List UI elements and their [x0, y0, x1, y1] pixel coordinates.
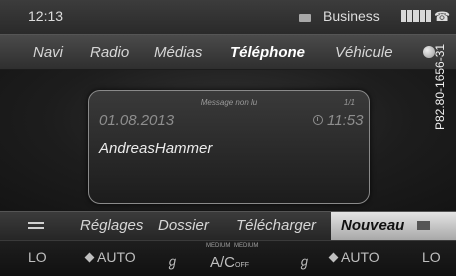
envelope-icon: [299, 14, 311, 22]
clock-time: 12:13: [28, 8, 64, 24]
right-temperature[interactable]: LO: [422, 249, 441, 265]
menu-item-radio[interactable]: Radio: [90, 44, 129, 61]
message-counter: 1/1: [343, 98, 355, 107]
menu-item-navi[interactable]: Navi: [33, 44, 63, 61]
new-message-label: Nouveau: [341, 217, 405, 234]
menu-item-vehicule[interactable]: Véhicule: [335, 44, 393, 61]
new-message-button[interactable]: Nouveau: [331, 212, 456, 240]
menu-item-medias[interactable]: Médias: [154, 44, 202, 61]
menu-item-telephone[interactable]: Téléphone: [230, 44, 305, 61]
submenu-item-reglages[interactable]: Réglages: [80, 217, 143, 234]
ac-button[interactable]: A/COFF: [210, 254, 249, 271]
fan-icon: [84, 252, 95, 263]
message-sender: AndreasHammer: [99, 140, 213, 157]
submenu-item-telecharger[interactable]: Télécharger: [236, 217, 316, 234]
network-operator: Business: [323, 8, 380, 24]
envelope-icon: [417, 221, 430, 230]
medium-right: MEDIUM: [234, 243, 259, 249]
fan-icon: [328, 252, 339, 263]
ac-label: A/C: [210, 254, 236, 271]
message-time: 11:53: [327, 112, 364, 129]
medium-left: MEDIUM: [206, 243, 231, 249]
left-temperature[interactable]: LO: [28, 249, 47, 265]
message-display: Message non lu 1/1 01.08.2013 11:53 Andr…: [0, 70, 456, 210]
left-fan-auto[interactable]: AUTO: [97, 249, 136, 265]
submenu-bar: Réglages Dossier Télécharger Nouveau: [0, 211, 456, 240]
message-status: Message non lu: [200, 98, 258, 107]
status-bar: 12:13 Business ☎: [0, 0, 456, 35]
main-menu: Navi Radio Médias Téléphone Véhicule: [0, 35, 456, 70]
head-unit-screen: 12:13 Business ☎ Navi Radio Médias Télép…: [0, 0, 456, 276]
signal-bars-icon: [401, 10, 432, 22]
figure-code: P82.80-1656-31: [433, 43, 447, 130]
climate-bar: LO AUTO ℊ MEDIUM MEDIUM A/COFF ℊ AUTO LO: [0, 240, 456, 276]
seat-heat-icon[interactable]: ℊ: [166, 251, 179, 270]
ac-state: OFF: [235, 262, 250, 269]
seat-heat-icon[interactable]: ℊ: [298, 251, 311, 270]
phone-icon: ☎: [434, 9, 451, 24]
message-card[interactable]: Message non lu 1/1 01.08.2013 11:53 Andr…: [88, 90, 370, 204]
clock-icon: [313, 115, 323, 125]
message-date: 01.08.2013: [99, 112, 175, 129]
back-icon[interactable]: [28, 222, 44, 229]
right-fan-auto[interactable]: AUTO: [341, 249, 380, 265]
submenu-item-dossier[interactable]: Dossier: [158, 217, 209, 234]
